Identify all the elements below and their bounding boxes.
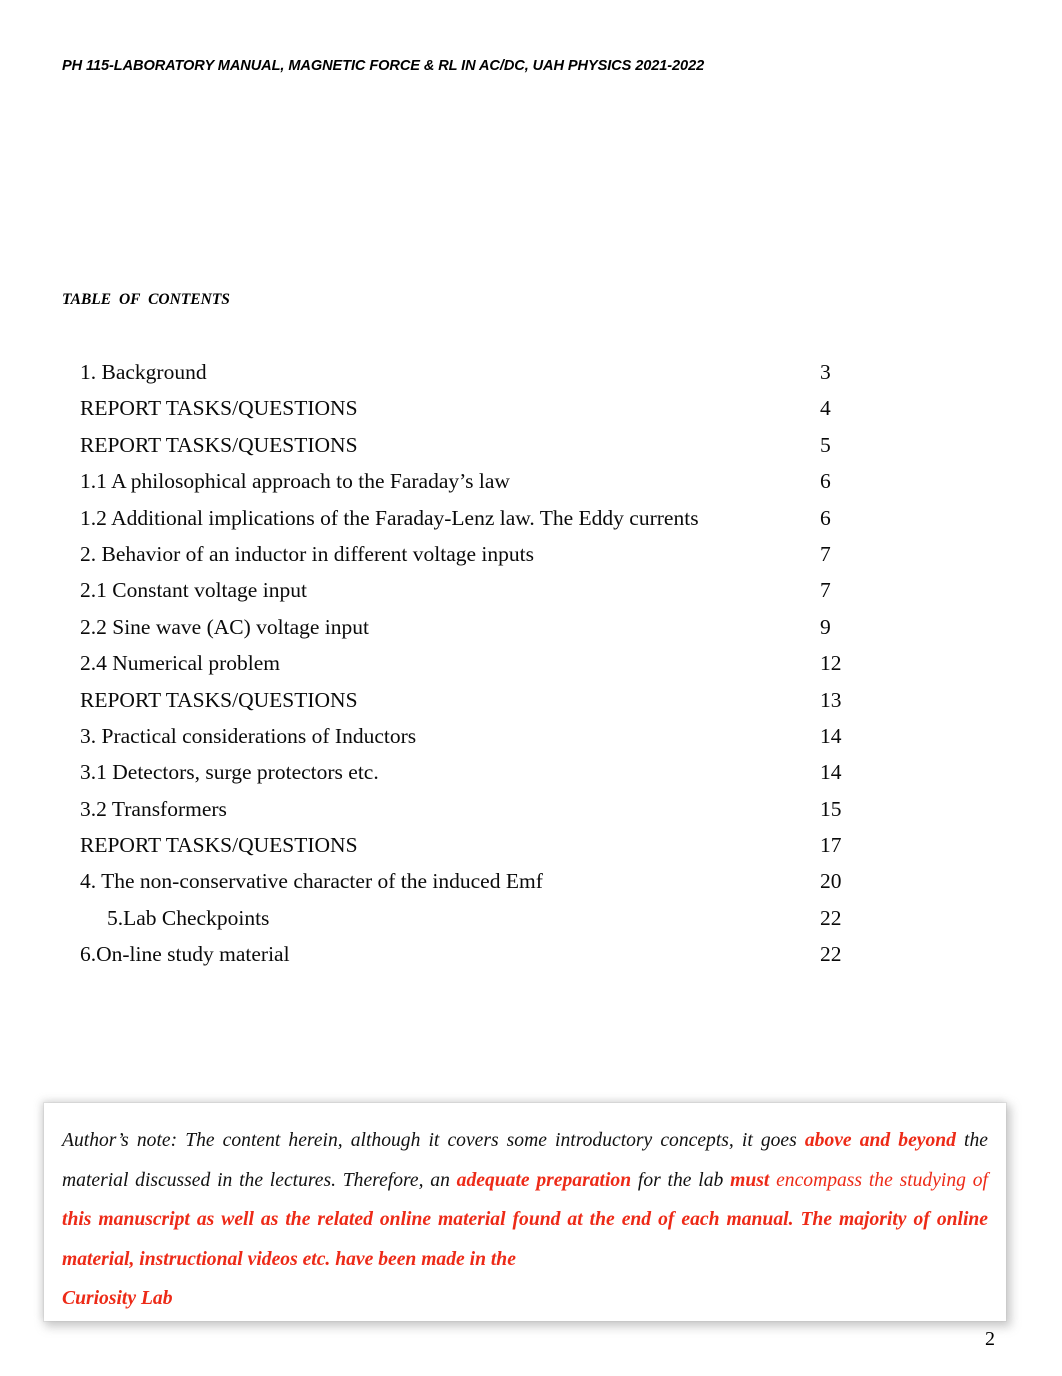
author-note-segment: Author’s note: The content herein, altho… (62, 1130, 805, 1151)
toc-entry-page: 14 (820, 723, 842, 748)
toc-entry-page: 14 (820, 760, 842, 785)
toc-entry[interactable]: 3.1 Detectors, surge protectors etc. 14 (80, 754, 980, 790)
toc-entry-page: 3 (820, 360, 831, 384)
toc-entry[interactable]: 2. Behavior of an inductor in different … (80, 536, 980, 572)
toc-entry-page: 15 (820, 796, 842, 821)
toc-entry[interactable]: REPORT TASKS/QUESTIONS 17 (80, 827, 980, 863)
author-note-box: Author’s note: The content herein, altho… (44, 1103, 1006, 1321)
toc-entry-title: 6.On-line study material (80, 942, 290, 967)
toc-entry[interactable]: 6.On-line study material 22 (80, 936, 980, 972)
author-note-segment: must (730, 1169, 777, 1191)
toc-entry[interactable]: 1. Background 3 (80, 354, 980, 390)
author-note-text: Author’s note: The content herein, altho… (62, 1121, 988, 1319)
toc-entry[interactable]: REPORT TASKS/QUESTIONS 5 (80, 427, 980, 463)
toc-entry-page: 12 (820, 651, 842, 676)
toc-entry-title: 2.1 Constant voltage input (80, 578, 307, 603)
author-note-segment: this manuscript as well as the related o… (62, 1209, 988, 1270)
author-note-segment: encompass the studying of (776, 1169, 988, 1191)
toc-entry-page: 7 (820, 541, 831, 566)
toc-entry-page: 13 (820, 687, 842, 712)
toc-entry-title: 2. Behavior of an inductor in different … (80, 541, 534, 566)
toc-entry-page: 4 (820, 396, 831, 421)
toc-entry[interactable]: REPORT TASKS/QUESTIONS 4 (80, 390, 980, 426)
toc-entry[interactable]: 2.1 Constant voltage input 7 (80, 572, 980, 608)
author-note-segment: adequate preparation (456, 1169, 632, 1191)
table-of-contents: 1. Background 3 REPORT TASKS/QUESTIONS 4 REP… (80, 354, 980, 973)
author-note-segment: Curiosity Lab (62, 1288, 173, 1309)
toc-entry[interactable]: 4. The non-conservative character of the… (80, 863, 980, 899)
author-note-segment: for the lab (631, 1169, 731, 1191)
toc-entry-page: 22 (820, 942, 842, 967)
toc-entry-title: 2.2 Sine wave (AC) voltage input (80, 614, 370, 639)
toc-entry-title: REPORT TASKS/QUESTIONS (80, 687, 358, 712)
toc-entry-title: 3.1 Detectors, surge protectors etc. (80, 760, 379, 785)
toc-entry-title: REPORT TASKS/QUESTIONS (80, 396, 358, 421)
toc-entry[interactable]: REPORT TASKS/QUESTIONS 13 (80, 682, 980, 718)
toc-entry[interactable]: 1.1 A philosophical approach to the Fara… (80, 463, 980, 499)
toc-entry-page: 6 (820, 505, 831, 530)
author-note-segment: above and beyond (804, 1130, 956, 1151)
toc-entry-title: REPORT TASKS/QUESTIONS (80, 432, 358, 457)
toc-entry-title: 2.4 Numerical problem (80, 651, 281, 676)
toc-entry-page: 7 (820, 578, 831, 603)
toc-entry-title: REPORT TASKS/QUESTIONS (80, 833, 358, 858)
toc-entry-page: 5 (820, 432, 831, 457)
toc-entry-page: 22 (820, 905, 842, 930)
toc-entry-page: 9 (820, 614, 831, 639)
toc-entry[interactable]: 2.2 Sine wave (AC) voltage input 9 (80, 609, 980, 645)
toc-entry[interactable]: 5.Lab Checkpoints 22 (80, 900, 980, 936)
toc-entry[interactable]: 3. Practical considerations of Inductors… (80, 718, 980, 754)
toc-entry-page: 6 (820, 469, 831, 494)
toc-caption: TABLE OF CONTENTS (62, 291, 230, 308)
toc-entry-title: 1.1 A philosophical approach to the Fara… (80, 469, 510, 494)
toc-entry-title: 4. The non-conservative character of the… (80, 869, 543, 894)
toc-entry-page: 20 (820, 869, 842, 894)
toc-entry-title: 1. Background (80, 360, 207, 384)
toc-entry[interactable]: 2.4 Numerical problem 12 (80, 645, 980, 681)
toc-entry-page: 17 (820, 833, 842, 858)
page-number: 2 (985, 1328, 995, 1350)
toc-entry-title: 5.Lab Checkpoints (107, 905, 270, 930)
document-page: PH 115-LABORATORY MANUAL, MAGNETIC FORCE… (0, 0, 1062, 1376)
toc-entry-title: 1.2 Additional implications of the Farad… (80, 505, 699, 530)
toc-entry-title: 3.2 Transformers (80, 796, 227, 821)
toc-entry[interactable]: 1.2 Additional implications of the Farad… (80, 500, 980, 536)
toc-entry[interactable]: 3.2 Transformers 15 (80, 791, 980, 827)
running-header: PH 115-LABORATORY MANUAL, MAGNETIC FORCE… (62, 58, 705, 74)
toc-entry-title: 3. Practical considerations of Inductors (80, 723, 417, 748)
